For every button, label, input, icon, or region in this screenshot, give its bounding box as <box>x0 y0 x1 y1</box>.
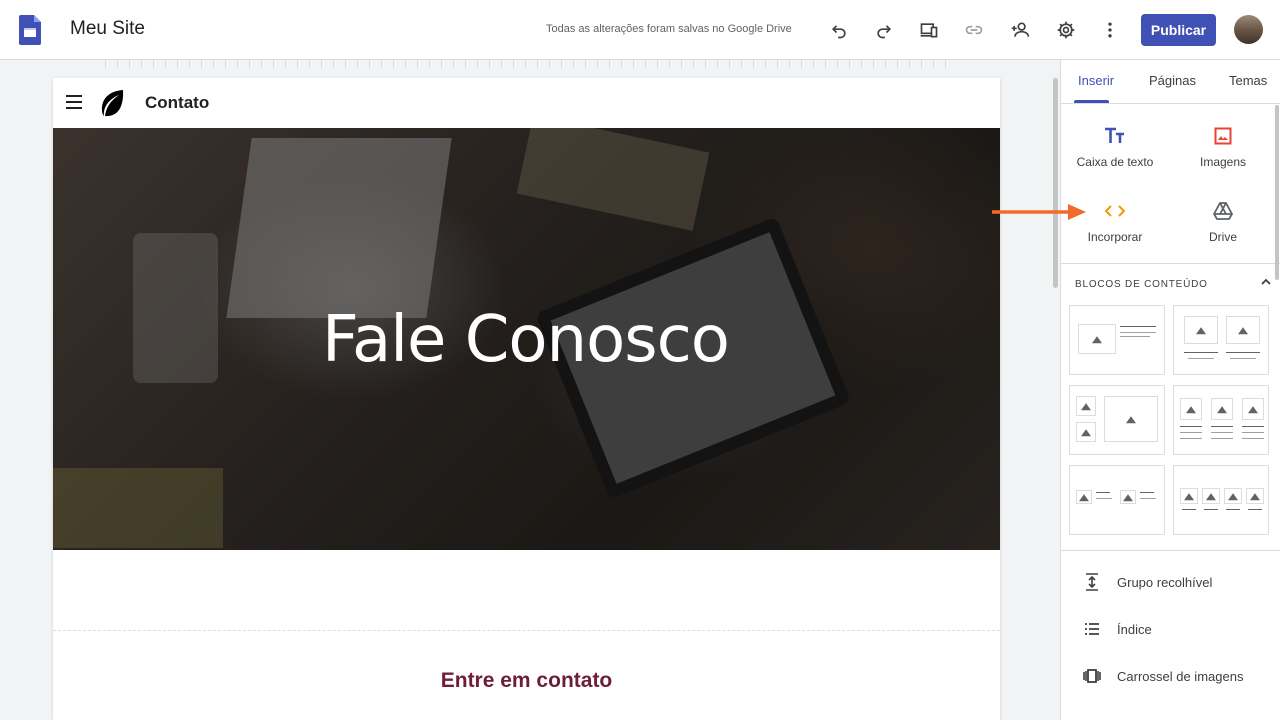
page-canvas: Contato Fale Conosco Entre em contato <box>53 78 1000 720</box>
panel-tabs: Inserir Páginas Temas <box>1061 60 1280 104</box>
leaf-logo-icon <box>101 90 124 117</box>
hero-title[interactable]: Fale Conosco <box>303 303 748 377</box>
publish-button[interactable]: Publicar <box>1141 14 1216 46</box>
panel-scrollbar[interactable] <box>1275 105 1279 280</box>
ruler <box>105 60 947 68</box>
insert-text-box-label: Caixa de texto <box>1076 155 1154 169</box>
hero-title-container: Fale Conosco <box>303 303 748 377</box>
preview-devices-icon[interactable] <box>917 18 941 42</box>
annotation-arrow-icon <box>992 204 1086 220</box>
carousel-icon <box>1081 665 1103 687</box>
insert-text-box-button[interactable]: Caixa de texto <box>1065 125 1165 169</box>
content-block-three-columns[interactable] <box>1173 385 1269 455</box>
panel-separator-2 <box>1061 550 1280 551</box>
hamburger-menu-icon[interactable] <box>66 95 82 109</box>
canvas-scrollbar[interactable] <box>1053 78 1058 288</box>
insert-images-button[interactable]: Imagens <box>1173 125 1273 169</box>
insert-table-of-contents[interactable]: Índice <box>1081 617 1271 641</box>
button-icon <box>1081 712 1103 720</box>
insert-embed-label: Incorporar <box>1087 230 1143 244</box>
drive-icon <box>1173 200 1273 222</box>
insert-drive-button[interactable]: Drive <box>1173 200 1273 244</box>
tab-temas[interactable]: Temas <box>1229 73 1267 88</box>
image-icon <box>1173 125 1273 147</box>
undo-icon[interactable] <box>827 18 851 42</box>
section-divider <box>53 630 1000 631</box>
content-block-four-columns[interactable] <box>1173 465 1269 535</box>
table-of-contents-label: Índice <box>1117 621 1152 637</box>
active-tab-indicator <box>1074 100 1109 103</box>
content-block-two-images[interactable] <box>1173 305 1269 375</box>
image-carousel-label: Carrossel de imagens <box>1117 668 1244 684</box>
table-of-contents-icon <box>1081 618 1103 640</box>
insert-drive-label: Drive <box>1208 230 1237 244</box>
collapsible-group-label: Grupo recolhível <box>1117 574 1213 590</box>
tab-paginas[interactable]: Páginas <box>1149 73 1196 88</box>
insert-next-item-partial[interactable] <box>1081 712 1271 720</box>
page-name: Contato <box>145 93 210 112</box>
insert-panel: Inserir Páginas Temas Caixa de texto Ima… <box>1060 60 1280 720</box>
settings-gear-icon[interactable] <box>1054 18 1078 42</box>
collapsible-icon <box>1081 571 1103 593</box>
link-icon[interactable] <box>962 18 986 42</box>
insert-images-label: Imagens <box>1199 155 1247 169</box>
google-sites-logo-icon[interactable] <box>19 15 41 45</box>
text-box-icon <box>1065 125 1165 147</box>
redo-icon[interactable] <box>872 18 896 42</box>
content-block-image-text[interactable] <box>1069 305 1165 375</box>
chevron-up-icon[interactable] <box>1259 275 1273 289</box>
content-block-two-image-text[interactable] <box>1069 465 1165 535</box>
insert-image-carousel[interactable]: Carrossel de imagens <box>1081 664 1271 688</box>
content-blocks-header: BLOCOS DE CONTEÚDO <box>1075 279 1208 290</box>
contact-heading[interactable]: Entre em contato <box>53 669 1000 693</box>
tab-inserir[interactable]: Inserir <box>1078 73 1114 88</box>
add-person-icon[interactable] <box>1008 18 1032 42</box>
top-bar: Meu Site Todas as alterações foram salva… <box>0 0 1280 60</box>
panel-separator <box>1061 263 1280 264</box>
user-avatar[interactable] <box>1234 15 1263 44</box>
site-title[interactable]: Meu Site <box>70 18 145 40</box>
save-status-text: Todas as alterações foram salvas no Goog… <box>546 23 792 35</box>
page-header: Contato <box>53 78 1000 128</box>
insert-collapsible-group[interactable]: Grupo recolhível <box>1081 570 1271 594</box>
content-block-three-images[interactable] <box>1069 385 1165 455</box>
more-vertical-icon[interactable] <box>1098 18 1122 42</box>
